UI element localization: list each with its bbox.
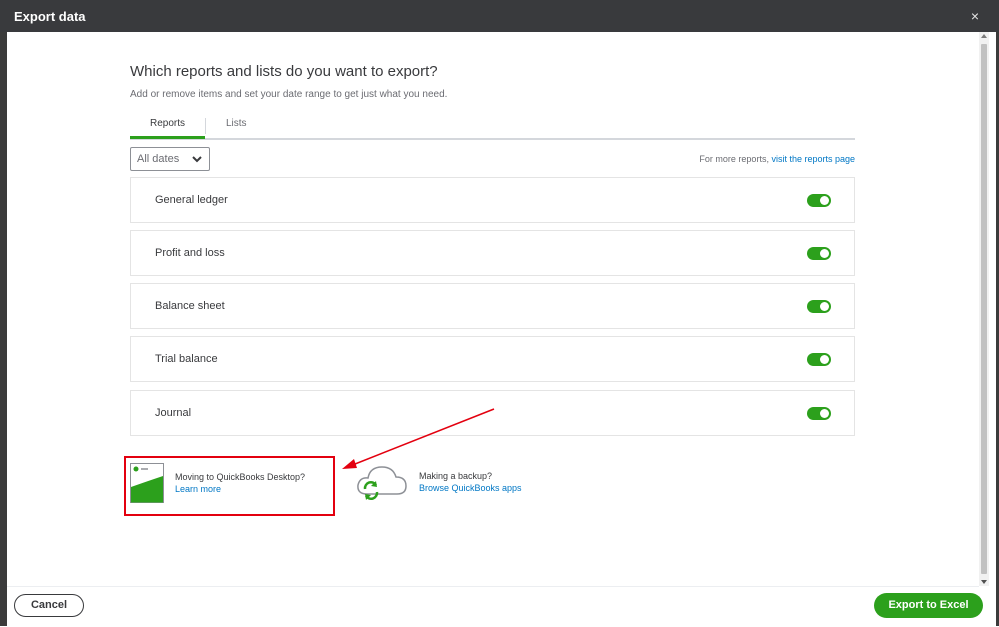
report-label: Profit and loss [155,247,225,259]
report-row-balance-sheet: Balance sheet [130,283,855,329]
backup-promo-title: Making a backup? [419,471,493,481]
report-row-journal: Journal [130,390,855,436]
dialog-titlebar: Export data × [0,0,999,32]
scrollbar-thumb[interactable] [981,44,987,574]
report-row-general-ledger: General ledger [130,177,855,223]
export-to-excel-button[interactable]: Export to Excel [874,593,983,618]
more-reports-prefix: For more reports, [699,154,772,164]
visit-reports-page-link[interactable]: visit the reports page [771,154,855,164]
desktop-promo-highlight: Moving to QuickBooks Desktop? Learn more [124,456,335,516]
browse-quickbooks-apps-link[interactable]: Browse QuickBooks apps [419,483,522,493]
date-range-select[interactable]: All dates [130,147,210,171]
report-toggle-journal[interactable] [807,407,831,420]
report-label: Journal [155,407,192,419]
more-reports-text: For more reports, visit the reports page [699,154,855,164]
dialog-footer [7,586,979,627]
scroll-down-icon[interactable] [981,580,987,584]
desktop-promo-title: Moving to QuickBooks Desktop? [175,472,306,482]
toggle-knob [820,249,829,258]
report-toggle-general-ledger[interactable] [807,194,831,207]
active-tab-indicator [130,136,205,139]
date-range-value: All dates [137,153,180,165]
report-row-profit-and-loss: Profit and loss [130,230,855,276]
report-row-trial-balance: Trial balance [130,336,855,382]
tab-lists[interactable]: Lists [226,118,247,129]
report-label: Balance sheet [155,300,225,312]
report-label: General ledger [155,194,228,206]
page-subheading: Add or remove items and set your date ra… [130,89,448,100]
report-label: Trial balance [155,353,218,365]
dialog-title: Export data [14,9,86,24]
cloud-sync-icon [357,466,407,500]
report-toggle-profit-and-loss[interactable] [807,247,831,260]
tab-bar: Reports Lists [130,114,855,140]
report-toggle-trial-balance[interactable] [807,353,831,366]
toggle-knob [820,355,829,364]
cancel-button[interactable]: Cancel [14,594,84,617]
tab-reports[interactable]: Reports [150,118,185,129]
toggle-knob [820,409,829,418]
vertical-scrollbar[interactable] [979,32,989,586]
tab-divider [205,118,206,134]
close-icon[interactable]: × [971,8,979,24]
window-frame-left [0,0,7,626]
toggle-knob [820,196,829,205]
chevron-down-icon [191,152,203,170]
page-heading: Which reports and lists do you want to e… [130,63,438,80]
report-toggle-balance-sheet[interactable] [807,300,831,313]
desktop-window-icon [130,463,164,503]
learn-more-link[interactable]: Learn more [175,484,221,494]
toggle-knob [820,302,829,311]
scroll-up-icon[interactable] [981,34,987,38]
